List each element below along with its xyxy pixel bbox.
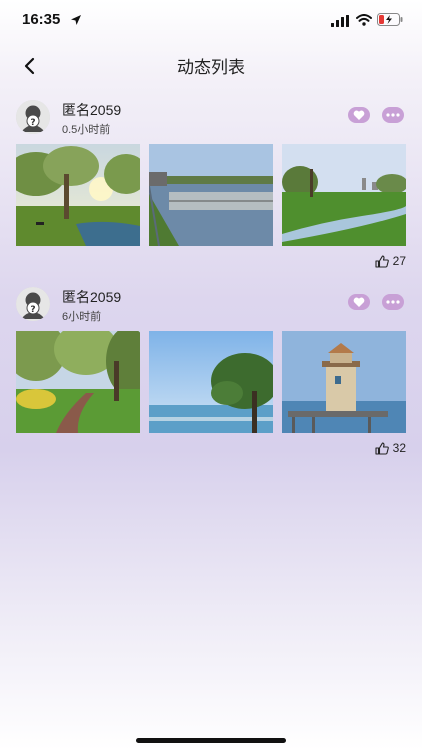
post-card: ? 匿名2059 6小时前 32 <box>0 287 422 459</box>
likes-count: 32 <box>392 441 406 455</box>
location-arrow-icon <box>70 13 82 31</box>
wifi-icon <box>356 13 372 31</box>
post-photo[interactable] <box>282 144 406 246</box>
heart-icon <box>353 110 365 120</box>
svg-text:?: ? <box>30 305 35 315</box>
battery-charging-icon <box>377 13 403 31</box>
more-dots-icon <box>386 300 400 304</box>
post-photo[interactable] <box>149 331 273 433</box>
page-title: 动态列表 <box>177 58 245 77</box>
more-options-button[interactable] <box>382 294 404 310</box>
lighthouse-pier-image <box>282 331 406 433</box>
thumbs-up-icon <box>375 254 389 268</box>
lakeshore-tree-image <box>149 331 273 433</box>
avatar[interactable]: ? <box>16 287 50 321</box>
photo-grid <box>16 331 406 433</box>
like-count[interactable]: 27 <box>375 254 406 268</box>
username: 匿名2059 <box>62 289 122 305</box>
wetland-pier-image <box>149 144 273 246</box>
anonymous-user-icon: ? <box>16 287 50 321</box>
photo-grid <box>16 144 406 246</box>
status-bar: 16:35 <box>0 0 422 44</box>
username: 匿名2059 <box>62 102 122 118</box>
likes-count: 27 <box>392 254 406 268</box>
more-dots-icon <box>386 113 400 117</box>
more-options-button[interactable] <box>382 107 404 123</box>
favorite-button[interactable] <box>348 294 370 310</box>
post-photo[interactable] <box>282 331 406 433</box>
post-photo[interactable] <box>149 144 273 246</box>
park-path-willows-image <box>16 331 140 433</box>
favorite-button[interactable] <box>348 107 370 123</box>
post-photo[interactable] <box>16 331 140 433</box>
cellular-signal-icon <box>331 14 349 32</box>
post-card: ? 匿名2059 0.5小时前 27 <box>0 100 422 272</box>
svg-text:?: ? <box>30 118 35 128</box>
post-time: 6小时前 <box>62 311 102 323</box>
nav-bar: 动态列表 <box>0 44 422 88</box>
status-time: 16:35 <box>22 11 61 28</box>
park-willow-sunset-image <box>16 144 140 246</box>
home-indicator[interactable] <box>136 738 286 743</box>
heart-icon <box>353 297 365 307</box>
avatar[interactable]: ? <box>16 100 50 134</box>
anonymous-user-icon: ? <box>16 100 50 134</box>
park-lawn-stream-image <box>282 144 406 246</box>
like-count[interactable]: 32 <box>375 441 406 455</box>
post-time: 0.5小时前 <box>62 124 111 136</box>
post-photo[interactable] <box>16 144 140 246</box>
thumbs-up-icon <box>375 441 389 455</box>
